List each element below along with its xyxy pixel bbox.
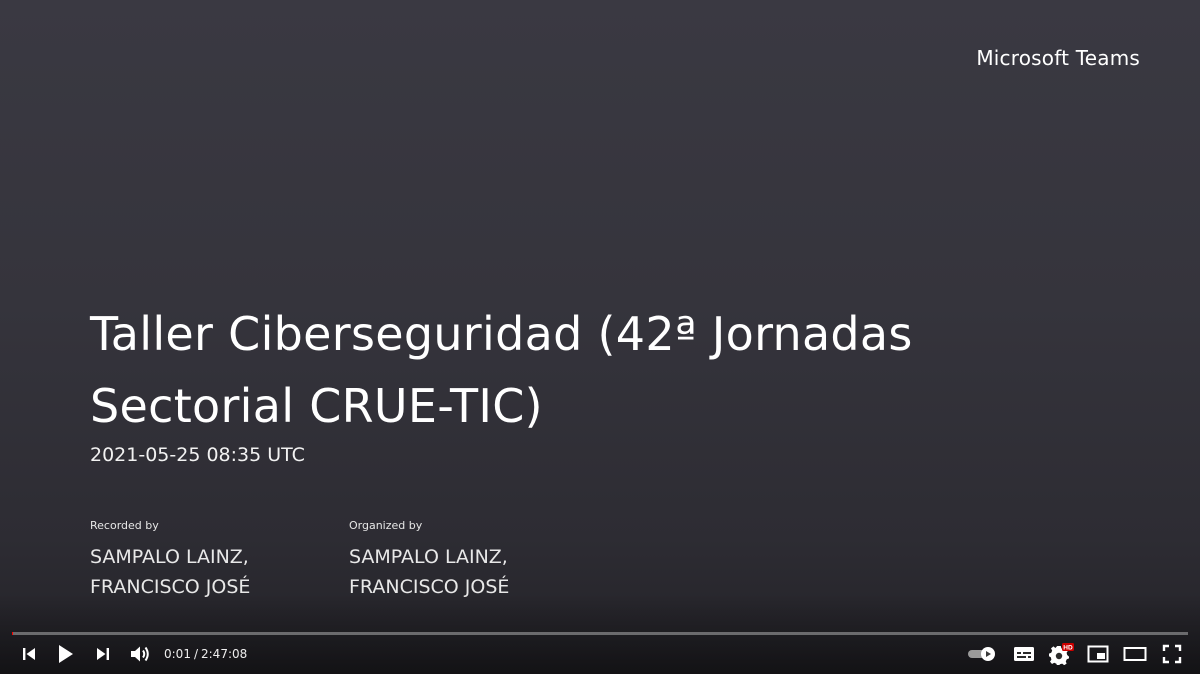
previous-icon — [22, 648, 35, 660]
volume-button[interactable] — [121, 636, 158, 672]
organized-by-name-line1: SAMPALO LAINZ, — [349, 546, 508, 568]
hd-badge-label: HD — [1063, 645, 1073, 652]
time-separator: / — [193, 647, 198, 661]
video-player[interactable]: Microsoft Teams Taller Ciberseguridad (4… — [0, 0, 1200, 674]
miniplayer-icon — [1087, 645, 1108, 663]
theater-mode-icon — [1123, 647, 1146, 661]
brand-label: Microsoft Teams — [976, 46, 1140, 70]
recorded-by-label: Recorded by — [90, 519, 159, 532]
settings-icon: HD — [1048, 643, 1074, 665]
recorded-by-name-line1: SAMPALO LAINZ, — [90, 546, 249, 568]
recorded-by-section: Recorded by SAMPALO LAINZ, FRANCISCO JOS… — [90, 519, 250, 602]
play-button[interactable] — [47, 636, 84, 672]
video-title: Taller Ciberseguridad (42ª Jornadas Sect… — [90, 307, 913, 433]
controls-right: HD — [959, 636, 1190, 672]
current-time: 0:01 — [164, 647, 191, 661]
organized-by-section: Organized by SAMPALO LAINZ, FRANCISCO JO… — [349, 519, 509, 602]
previous-button[interactable] — [10, 636, 47, 672]
duration: 2:47:08 — [201, 647, 248, 661]
organized-by-label: Organized by — [349, 519, 423, 532]
progress-bar[interactable] — [12, 632, 1188, 635]
next-button[interactable] — [84, 636, 121, 672]
next-icon — [96, 648, 109, 660]
settings-button[interactable]: HD — [1042, 636, 1079, 672]
time-display: 0:01/2:47:08 — [164, 647, 247, 661]
fullscreen-button[interactable] — [1153, 636, 1190, 672]
recording-datetime: 2021-05-25 08:35 UTC — [90, 444, 305, 466]
subtitles-button[interactable] — [1005, 636, 1042, 672]
miniplayer-button[interactable] — [1079, 636, 1116, 672]
autoplay-toggle-icon — [968, 647, 995, 661]
player-controls: 0:01/2:47:08 HD — [0, 636, 1200, 672]
autoplay-toggle[interactable] — [959, 636, 1005, 672]
subtitles-icon — [1013, 647, 1034, 661]
controls-left: 0:01/2:47:08 — [10, 636, 247, 672]
volume-icon — [130, 646, 149, 662]
play-icon — [58, 645, 73, 663]
fullscreen-icon — [1162, 644, 1181, 664]
theater-mode-button[interactable] — [1116, 636, 1153, 672]
